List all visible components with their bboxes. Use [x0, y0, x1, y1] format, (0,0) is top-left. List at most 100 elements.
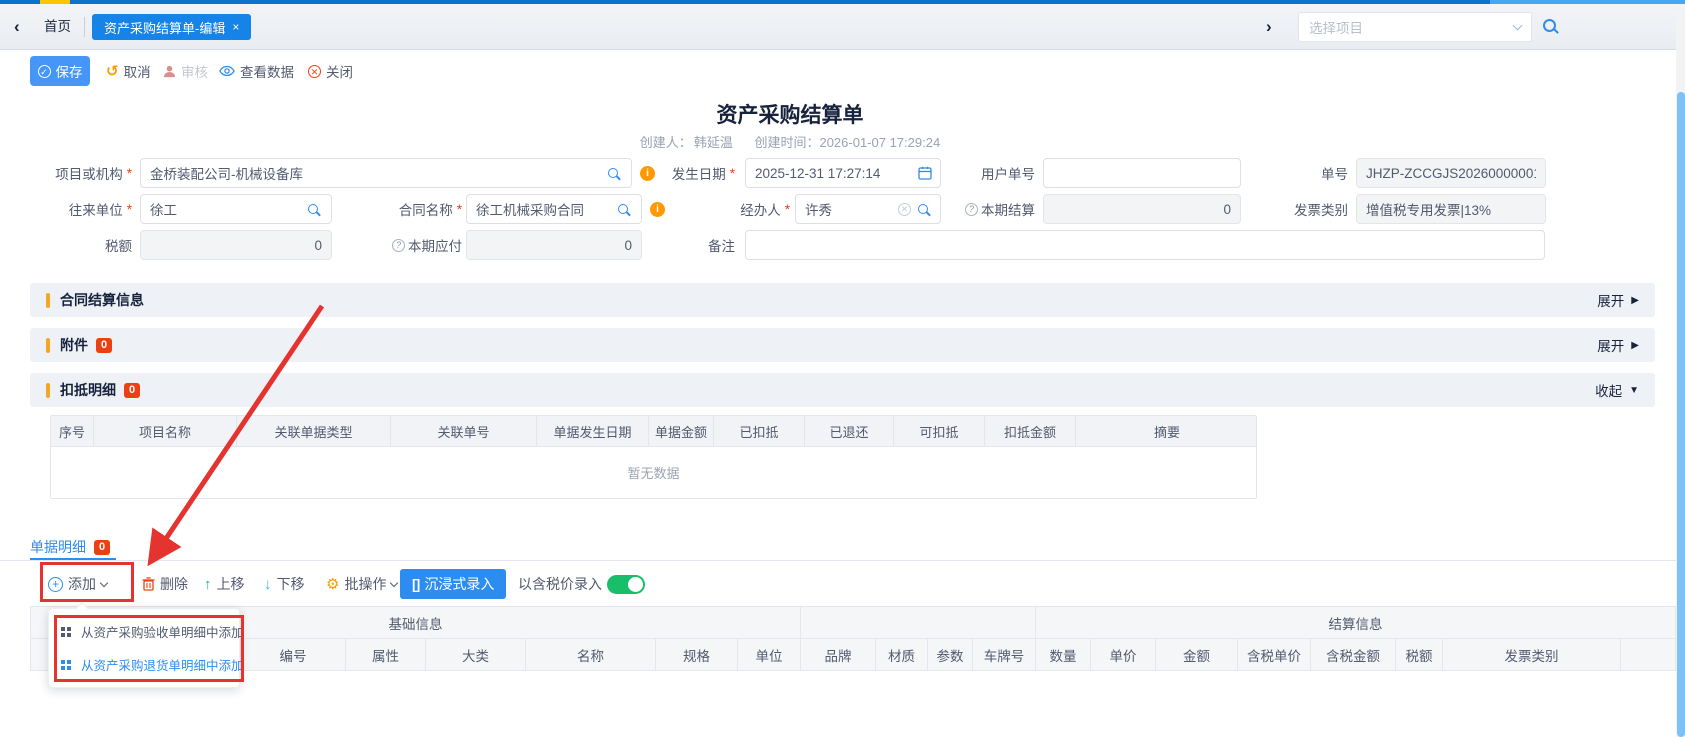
detail-column-header — [1621, 639, 1675, 670]
delete-button[interactable]: 删除 — [142, 566, 188, 602]
add-label: 添加 — [68, 574, 96, 594]
date-field[interactable] — [745, 158, 941, 188]
creator-value: 韩延温 — [694, 135, 733, 150]
vendor-label: 往来单位* — [20, 194, 132, 224]
batch-ops-button[interactable]: ⚙ 批操作 — [326, 566, 397, 602]
detail-group-header: 结算信息 — [1036, 607, 1675, 638]
tab-home[interactable]: 首页 — [44, 4, 71, 50]
detail-column-header: 名称 — [526, 639, 656, 670]
chevron-down-icon — [390, 578, 398, 586]
back-chevron-icon[interactable]: ‹ — [14, 4, 20, 50]
tab-detail-lines[interactable]: 单据明细 0 — [30, 536, 110, 558]
detail-table: 基础信息结算信息 编号属性大类名称规格单位品牌材质参数车牌号数量单价金额含税单价… — [30, 606, 1676, 671]
clear-icon[interactable]: ✕ — [898, 194, 911, 224]
triangle-down-icon: ▼ — [1629, 385, 1639, 396]
move-up-label: 上移 — [217, 574, 245, 594]
section-attachments[interactable]: 附件 0 展开▶ — [30, 328, 1655, 362]
section-deduction-detail[interactable]: 扣抵明细 0 收起▼ — [30, 373, 1655, 407]
triangle-right-icon: ▶ — [1631, 340, 1639, 351]
deduction-column-header: 可扣抵 — [894, 416, 985, 446]
save-button[interactable]: ✓ 保存 — [30, 56, 90, 86]
deduction-column-header: 单据金额 — [649, 416, 714, 446]
contract-info-icon[interactable]: i — [650, 194, 665, 224]
invoice-type-label: 发票类别 — [1245, 194, 1348, 224]
detail-column-header: 属性 — [346, 639, 426, 670]
settle-label: ?本期结算 — [930, 194, 1035, 224]
collapse-toggle[interactable]: 收起▼ — [1595, 380, 1639, 400]
cancel-button[interactable]: ↺ 取消 — [106, 56, 151, 86]
detail-column-header: 单价 — [1091, 639, 1156, 670]
contract-field[interactable] — [466, 194, 642, 224]
deduction-table-empty-state: 暂无数据 — [51, 446, 1256, 498]
tax-inclusive-toggle-group: 以含税价录入 — [518, 566, 645, 602]
immersive-entry-button[interactable]: [] 沉浸式录入 — [400, 569, 506, 599]
chevron-down-icon — [100, 578, 108, 586]
close-button[interactable]: ✕ 关闭 — [308, 56, 353, 86]
attachment-count-badge: 0 — [96, 338, 112, 353]
deduction-column-header: 单据发生日期 — [537, 416, 649, 446]
forward-chevron-icon[interactable]: › — [1266, 4, 1272, 50]
created-label: 创建时间： — [754, 135, 819, 150]
deduction-count-badge: 0 — [124, 383, 140, 398]
audit-label: 审核 — [181, 61, 208, 81]
undo-icon: ↺ — [106, 62, 119, 80]
expand-toggle[interactable]: 展开▶ — [1597, 335, 1639, 355]
question-icon[interactable]: ? — [392, 239, 405, 252]
remark-field[interactable] — [745, 230, 1545, 260]
detail-column-header: 金额 — [1156, 639, 1238, 670]
user-no-label: 用户单号 — [930, 158, 1035, 188]
close-label: 关闭 — [326, 61, 353, 81]
vendor-field[interactable] — [140, 194, 332, 224]
deduction-column-header: 扣抵金额 — [985, 416, 1076, 446]
arrow-up-icon: ↑ — [204, 576, 212, 593]
question-icon[interactable]: ? — [965, 203, 978, 216]
chevron-down-icon — [1513, 21, 1523, 31]
tab-close-icon[interactable]: × — [232, 20, 239, 34]
immersive-entry-label: 沉浸式录入 — [424, 574, 494, 594]
user-no-field[interactable] — [1043, 158, 1241, 188]
arrow-down-icon: ↓ — [264, 576, 272, 593]
detail-column-header: 数量 — [1036, 639, 1091, 670]
vendor-search-icon[interactable] — [308, 194, 318, 224]
deduction-table: 序号项目名称关联单据类型关联单号单据发生日期单据金额已扣抵已退还可扣抵扣抵金额摘… — [50, 415, 1257, 499]
expand-toggle[interactable]: 展开▶ — [1597, 290, 1639, 310]
detail-column-header: 大类 — [426, 639, 526, 670]
deduction-table-header-row: 序号项目名称关联单据类型关联单号单据发生日期单据金额已扣抵已退还可扣抵扣抵金额摘… — [51, 416, 1256, 446]
detail-count-badge: 0 — [94, 540, 110, 555]
active-tab-label: 资产采购结算单-编辑 — [104, 18, 225, 37]
agent-search-icon[interactable] — [918, 194, 928, 224]
settle-field — [1043, 194, 1241, 224]
payable-label: ?本期应付 — [350, 230, 462, 260]
deduction-column-header: 关联单据类型 — [237, 416, 391, 446]
action-toolbar: ✓ 保存 ↺ 取消 审核 查看数据 ✕ 关闭 — [0, 50, 1685, 92]
scan-frame-icon: [] — [412, 576, 419, 592]
scrollbar-thumb[interactable] — [1677, 92, 1685, 737]
menu-item-label: 从资产采购退货单明细中添加 — [81, 655, 244, 674]
contract-search-icon[interactable] — [618, 194, 628, 224]
detail-column-header: 含税金额 — [1311, 639, 1396, 670]
project-field[interactable] — [140, 158, 632, 188]
cancel-label: 取消 — [124, 61, 151, 81]
global-search-icon[interactable] — [1543, 19, 1556, 37]
menu-item-add-from-return[interactable]: 从资产采购退货单明细中添加 — [49, 648, 239, 681]
view-data-button[interactable]: 查看数据 — [219, 56, 294, 86]
add-button[interactable]: + 添加 — [48, 566, 107, 602]
gear-icon: ⚙ — [326, 575, 339, 593]
deduction-column-header: 项目名称 — [94, 416, 237, 446]
section-contract-settlement[interactable]: 合同结算信息 展开▶ — [30, 283, 1655, 317]
project-select-input[interactable]: 选择项目 — [1298, 12, 1532, 42]
deduction-column-header: 已退还 — [805, 416, 894, 446]
doc-no-field — [1356, 158, 1546, 188]
project-search-icon[interactable] — [608, 158, 618, 188]
move-up-button[interactable]: ↑ 上移 — [204, 566, 245, 602]
move-down-button[interactable]: ↓ 下移 — [264, 566, 305, 602]
menu-item-add-from-acceptance[interactable]: 从资产采购验收单明细中添加 — [49, 615, 239, 648]
payable-field — [466, 230, 642, 260]
tax-inclusive-switch[interactable] — [607, 575, 645, 594]
detail-table-group-header-row: 基础信息结算信息 — [30, 606, 1676, 638]
trash-icon — [142, 577, 155, 591]
tab-row-divider — [0, 560, 1676, 561]
tab-active-document[interactable]: 资产采购结算单-编辑 × — [92, 14, 251, 40]
creator-label: 创建人： — [640, 135, 692, 150]
person-icon — [163, 65, 176, 78]
